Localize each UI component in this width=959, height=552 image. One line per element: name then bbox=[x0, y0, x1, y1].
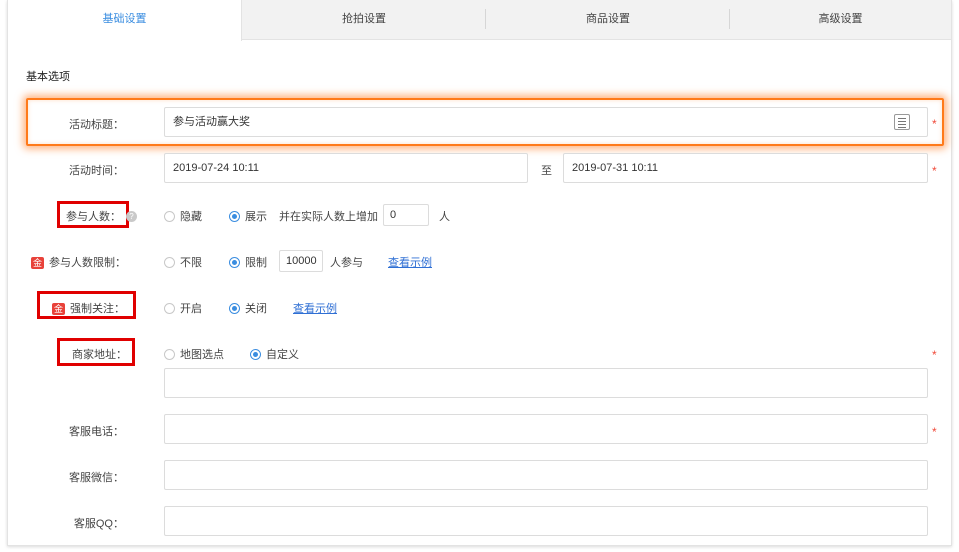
view-example-link[interactable]: 查看示例 bbox=[293, 300, 337, 316]
participants-label: 参与人数：? bbox=[66, 208, 137, 224]
tab-label: 高级设置 bbox=[818, 13, 863, 25]
force-follow-label-text: 强制关注： bbox=[70, 303, 126, 315]
radio-label: 限制 bbox=[245, 257, 267, 269]
radio-map-select[interactable]: 地图选点 bbox=[164, 346, 224, 362]
radio-limited[interactable]: 限制 bbox=[229, 254, 267, 270]
service-qq-input[interactable] bbox=[164, 506, 928, 536]
address-input[interactable] bbox=[164, 368, 928, 398]
service-phone-label: 客服电话： bbox=[69, 426, 124, 438]
activity-time-label: 活动时间： bbox=[69, 165, 124, 177]
required-mark: * bbox=[932, 164, 937, 178]
participant-limit-label-text: 参与人数限制： bbox=[49, 257, 127, 269]
radio-icon bbox=[164, 210, 175, 222]
tab-label: 基础设置 bbox=[102, 13, 147, 25]
add-count-input[interactable]: 0 bbox=[383, 204, 429, 226]
radio-follow-off[interactable]: 关闭 bbox=[229, 300, 267, 316]
required-mark: * bbox=[932, 348, 937, 362]
tab-label: 抢拍设置 bbox=[342, 13, 386, 25]
tab-snapup-settings[interactable]: 抢拍设置 bbox=[242, 0, 486, 40]
limit-count-input[interactable]: 10000 bbox=[279, 250, 323, 272]
service-qq-label: 客服QQ： bbox=[73, 518, 124, 530]
gold-badge: 金 bbox=[52, 303, 66, 315]
participant-limit-label: 金参与人数限制： bbox=[31, 254, 126, 270]
radio-unlimited[interactable]: 不限 bbox=[164, 254, 202, 270]
tab-label: 商品设置 bbox=[586, 13, 630, 25]
radio-icon bbox=[164, 256, 175, 268]
force-follow-label: 金强制关注： bbox=[52, 300, 125, 316]
text-format-icon[interactable] bbox=[894, 114, 910, 130]
tab-basic-settings[interactable]: 基础设置 bbox=[8, 0, 242, 41]
radio-label: 地图选点 bbox=[180, 349, 224, 361]
limit-suffix: 人参与 bbox=[330, 257, 363, 269]
radio-custom-address[interactable]: 自定义 bbox=[250, 346, 299, 362]
radio-follow-on[interactable]: 开启 bbox=[164, 300, 202, 316]
view-example-link[interactable]: 查看示例 bbox=[388, 254, 432, 270]
add-count-text: 并在实际人数上增加 bbox=[279, 211, 378, 223]
help-icon[interactable]: ? bbox=[126, 211, 137, 222]
gold-badge: 金 bbox=[31, 257, 45, 269]
radio-label: 不限 bbox=[180, 257, 202, 269]
radio-hide[interactable]: 隐藏 bbox=[164, 208, 202, 224]
radio-icon bbox=[250, 348, 261, 360]
radio-label: 展示 bbox=[245, 211, 267, 223]
radio-icon bbox=[164, 302, 175, 314]
tab-advanced-settings[interactable]: 高级设置 bbox=[730, 0, 951, 40]
activity-title-input[interactable]: 参与活动赢大奖 bbox=[164, 107, 928, 137]
radio-label: 开启 bbox=[180, 303, 202, 315]
merchant-address-label: 商家地址： bbox=[72, 349, 127, 361]
radio-icon bbox=[164, 348, 175, 360]
participants-label-text: 参与人数： bbox=[66, 211, 121, 223]
radio-icon bbox=[229, 302, 240, 314]
time-separator: 至 bbox=[541, 165, 552, 177]
required-mark: * bbox=[932, 117, 937, 131]
tab-product-settings[interactable]: 商品设置 bbox=[486, 0, 730, 40]
service-wechat-label: 客服微信： bbox=[69, 472, 124, 484]
radio-icon bbox=[229, 256, 240, 268]
radio-icon bbox=[229, 210, 240, 222]
service-phone-input[interactable] bbox=[164, 414, 928, 444]
section-title: 基本选项 bbox=[26, 71, 70, 83]
radio-label: 自定义 bbox=[266, 349, 299, 361]
end-time-input[interactable]: 2019-07-31 10:11 bbox=[563, 153, 928, 183]
required-mark: * bbox=[932, 425, 937, 439]
radio-show[interactable]: 展示 bbox=[229, 208, 267, 224]
unit-text: 人 bbox=[439, 211, 450, 223]
activity-title-label: 活动标题： bbox=[69, 119, 124, 131]
tab-bar: 基础设置 抢拍设置 商品设置 高级设置 bbox=[8, 0, 951, 41]
start-time-input[interactable]: 2019-07-24 10:11 bbox=[164, 153, 528, 183]
radio-label: 隐藏 bbox=[180, 211, 202, 223]
radio-label: 关闭 bbox=[245, 303, 267, 315]
service-wechat-input[interactable] bbox=[164, 460, 928, 490]
